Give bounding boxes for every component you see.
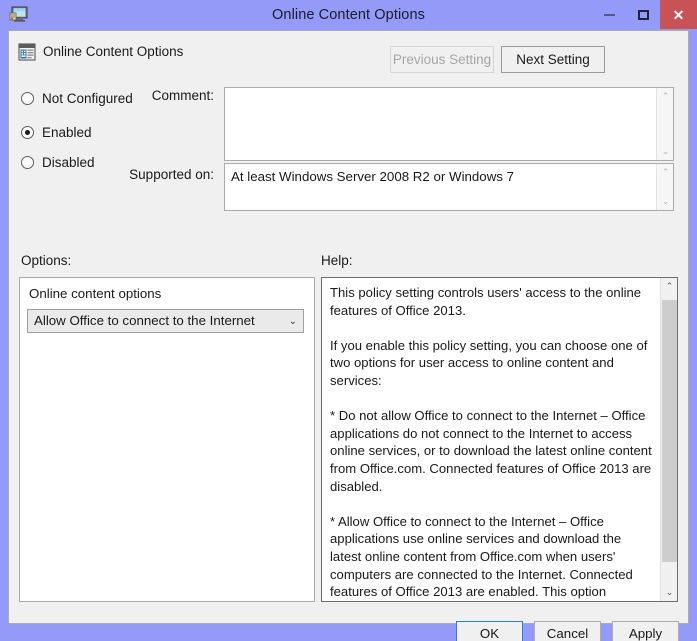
previous-setting-button[interactable]: Previous Setting [390, 46, 494, 73]
apply-button[interactable]: Apply [612, 621, 679, 641]
help-section-label: Help: [321, 253, 353, 268]
options-section-label: Options: [21, 253, 72, 268]
online-content-options-dropdown[interactable]: Allow Office to connect to the Internet … [27, 309, 304, 333]
scroll-up-icon[interactable]: ⌃ [657, 164, 673, 181]
scroll-up-icon[interactable]: ⌃ [657, 88, 673, 105]
next-setting-button[interactable]: Next Setting [501, 46, 605, 73]
scrollbar-thumb[interactable] [662, 300, 677, 562]
policy-setting-icon [18, 43, 36, 61]
maximize-button[interactable] [626, 0, 660, 29]
group-policy-dialog-window: Online Content Options ✕ Online Content … [0, 0, 697, 641]
options-panel: Online content options Allow Office to c… [19, 277, 315, 602]
policy-name-label: Online Content Options [43, 44, 184, 59]
supported-on-value: At least Windows Server 2008 R2 or Windo… [231, 169, 515, 184]
cancel-button[interactable]: Cancel [534, 621, 601, 641]
comment-scrollbar[interactable]: ⌃ ⌄ [656, 88, 673, 160]
supported-on-scrollbar[interactable]: ⌃ ⌄ [656, 164, 673, 210]
help-scrollbar[interactable]: ⌃ ⌄ [660, 278, 677, 601]
maximize-icon [637, 9, 649, 20]
online-content-options-label: Online content options [29, 286, 162, 301]
scroll-down-icon[interactable]: ⌄ [657, 193, 673, 210]
radio-not-configured-indicator [21, 92, 34, 105]
scroll-up-icon[interactable]: ⌃ [661, 278, 677, 295]
dialog-body: Online Content Options Previous Setting … [8, 30, 689, 641]
supported-on-label: Supported on: [129, 167, 214, 182]
comment-label: Comment: [151, 88, 214, 103]
chevron-down-icon: ⌄ [288, 315, 297, 327]
supported-on-field: At least Windows Server 2008 R2 or Windo… [224, 163, 674, 211]
ok-button[interactable]: OK [456, 621, 523, 641]
scroll-down-icon[interactable]: ⌄ [657, 143, 673, 160]
radio-enabled-label: Enabled [42, 125, 92, 140]
radio-enabled-indicator [21, 126, 34, 139]
scroll-down-icon[interactable]: ⌄ [661, 584, 677, 601]
help-panel: This policy setting controls users' acce… [321, 277, 678, 602]
close-button[interactable]: ✕ [660, 0, 697, 29]
radio-disabled-indicator [21, 156, 34, 169]
title-bar: Online Content Options ✕ [0, 0, 697, 30]
close-icon: ✕ [672, 6, 685, 23]
minimize-button[interactable] [592, 0, 626, 29]
dropdown-selected-value: Allow Office to connect to the Internet [34, 313, 255, 328]
help-text: This policy setting controls users' acce… [330, 285, 652, 600]
radio-disabled-label: Disabled [42, 155, 95, 170]
comment-textarea[interactable]: ⌃ ⌄ [224, 87, 674, 161]
minimize-icon [603, 13, 615, 16]
